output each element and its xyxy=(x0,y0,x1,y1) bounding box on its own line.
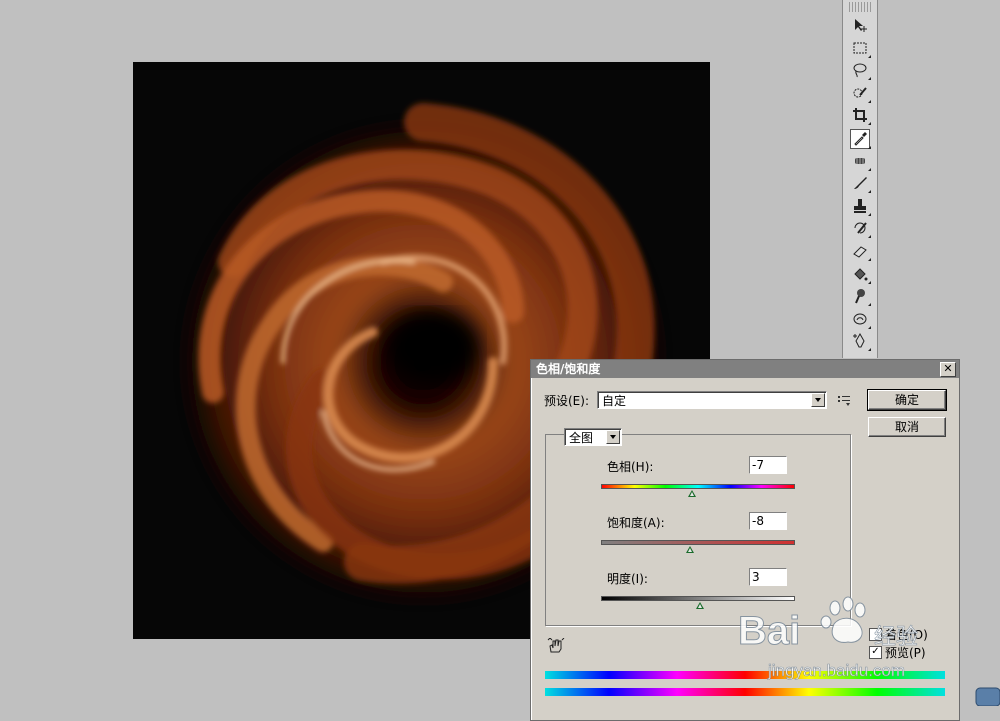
history-brush-tool-button[interactable] xyxy=(851,219,871,239)
submenu-indicator-icon xyxy=(868,99,871,103)
healing-brush-tool-icon xyxy=(855,157,865,164)
blur-tool-icon xyxy=(853,313,867,325)
chevron-down-icon[interactable] xyxy=(811,393,825,407)
tools-panel xyxy=(842,0,878,358)
dodge-tool-button[interactable] xyxy=(851,287,871,307)
channel-value: 全图 xyxy=(569,431,594,445)
submenu-indicator-icon xyxy=(868,348,871,352)
watermark-brand: Bai xyxy=(738,609,800,653)
saturation-slider-thumb[interactable] xyxy=(686,546,695,553)
lasso-tool-icon xyxy=(853,63,867,78)
clone-stamp-tool-button[interactable] xyxy=(851,197,871,216)
submenu-indicator-icon xyxy=(868,190,871,194)
preset-value: 自定 xyxy=(602,394,627,408)
marquee-tool-icon xyxy=(853,42,867,54)
dialog-title: 色相/饱和度 xyxy=(536,362,601,376)
panel-grip[interactable] xyxy=(849,2,871,12)
submenu-indicator-icon xyxy=(868,167,871,171)
paint-bucket-tool-icon xyxy=(854,267,868,281)
submenu-indicator-icon xyxy=(868,280,871,284)
submenu-indicator-icon xyxy=(868,146,871,149)
clone-stamp-tool-icon xyxy=(854,198,866,213)
preset-label: 预设(E): xyxy=(544,394,589,408)
history-brush-tool-icon xyxy=(854,222,867,235)
lightness-label: 明度(I): xyxy=(607,572,648,586)
submenu-indicator-icon xyxy=(868,325,871,329)
healing-brush-tool-button[interactable] xyxy=(851,152,871,171)
close-icon[interactable]: ✕ xyxy=(940,362,956,377)
chevron-down-icon[interactable] xyxy=(606,430,620,444)
blur-tool-button[interactable] xyxy=(851,310,871,329)
channel-select[interactable]: 全图 xyxy=(564,428,622,446)
marquee-tool-button[interactable] xyxy=(851,39,871,58)
output-color-bar xyxy=(545,688,945,696)
saturation-slider-track[interactable] xyxy=(601,540,795,545)
cancel-button[interactable]: 取消 xyxy=(868,417,946,437)
eraser-tool-icon xyxy=(853,246,867,258)
submenu-indicator-icon xyxy=(868,303,871,307)
lightness-input[interactable]: 3 xyxy=(749,568,787,586)
brush-tool-button[interactable] xyxy=(851,174,871,194)
submenu-indicator-icon xyxy=(868,77,871,81)
preset-options-icon[interactable] xyxy=(837,394,851,406)
ok-button[interactable]: 确定 xyxy=(867,389,947,411)
move-tool-button[interactable] xyxy=(851,16,869,34)
dialog-title-bar[interactable]: 色相/饱和度 ✕ xyxy=(531,360,959,378)
crop-tool-icon xyxy=(853,108,867,123)
baidu-jingyan-watermark: Bai 经验 jingyan.baidu.com xyxy=(738,596,948,686)
hue-label: 色相(H): xyxy=(607,460,654,474)
preset-select[interactable]: 自定 xyxy=(597,391,827,409)
eraser-tool-button[interactable] xyxy=(851,242,871,261)
hue-slider-thumb[interactable] xyxy=(688,490,697,497)
lasso-tool-button[interactable] xyxy=(851,61,871,81)
submenu-indicator-icon xyxy=(868,122,871,126)
quick-select-tool-icon xyxy=(853,87,867,98)
hue-slider-track[interactable] xyxy=(601,484,795,489)
saturation-label: 饱和度(A): xyxy=(607,516,665,530)
submenu-indicator-icon xyxy=(868,235,871,239)
brush-tool-icon xyxy=(854,177,867,190)
paint-bucket-tool-button[interactable] xyxy=(851,265,871,284)
eyedropper-tool-button[interactable] xyxy=(850,129,871,149)
lightness-slider-thumb[interactable] xyxy=(695,602,704,609)
eyedropper-tool-icon xyxy=(854,132,867,146)
quick-select-tool-button[interactable] xyxy=(851,84,871,103)
hue-input[interactable]: -7 xyxy=(749,456,787,474)
watermark-url: jingyan.baidu.com xyxy=(767,661,905,680)
pen-tool-icon xyxy=(853,333,865,348)
submenu-indicator-icon xyxy=(868,258,871,261)
saturation-input[interactable]: -8 xyxy=(749,512,787,530)
submenu-indicator-icon xyxy=(868,212,871,216)
crop-tool-button[interactable] xyxy=(851,106,871,126)
targeted-adjustment-hand-icon[interactable] xyxy=(547,638,565,654)
submenu-indicator-icon xyxy=(868,54,871,58)
dodge-tool-icon xyxy=(855,289,865,304)
move-tool-icon xyxy=(855,19,867,32)
pen-tool-button[interactable] xyxy=(851,332,871,352)
window-corner-icon xyxy=(975,687,1000,706)
watermark-brand2: 经验 xyxy=(874,625,918,650)
baidu-paw-logo-icon: Bai 经验 jingyan.baidu.com xyxy=(738,596,918,680)
